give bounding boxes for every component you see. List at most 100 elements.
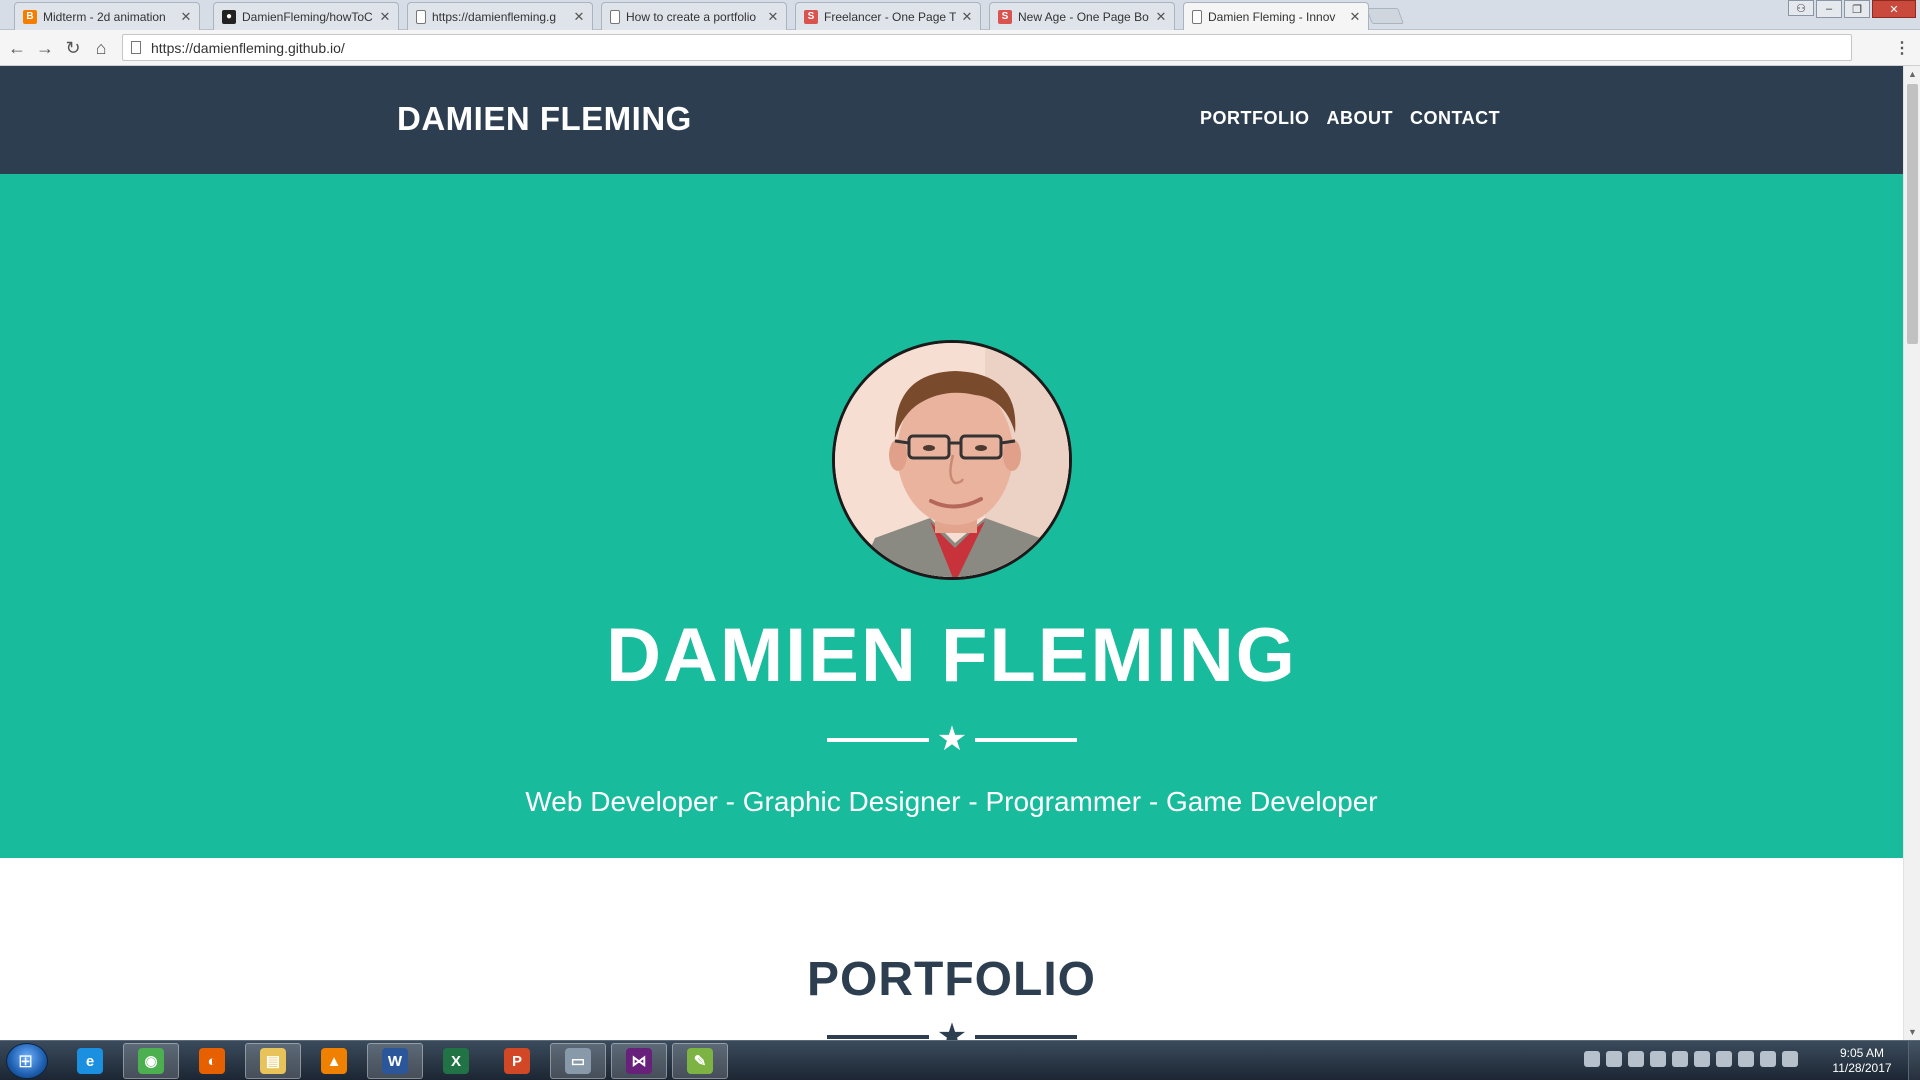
minimize-button[interactable]: – <box>1816 0 1842 18</box>
star-icon: ★ <box>936 720 968 758</box>
tray-icon[interactable] <box>1628 1051 1644 1067</box>
back-arrow-icon[interactable]: ← <box>6 37 28 59</box>
star-icon: ★ <box>936 1017 968 1040</box>
tab-close-icon[interactable]: ✕ <box>1348 9 1362 25</box>
browser-tab[interactable]: Damien Fleming - Innov ✕ <box>1183 2 1369 30</box>
visual-studio-icon: ⋈ <box>626 1048 652 1074</box>
excel-icon: X <box>443 1048 469 1074</box>
divider-line <box>827 738 929 742</box>
taskbar-clock[interactable]: 9:05 AM 11/28/2017 <box>1822 1046 1902 1076</box>
clock-date: 11/28/2017 <box>1832 1061 1892 1075</box>
new-tab-button[interactable] <box>1366 8 1404 24</box>
site-brand-link[interactable]: DAMIEN FLEMING <box>397 100 692 138</box>
page-scrollbar[interactable]: ▲ ▼ <box>1903 66 1920 1040</box>
windows-logo-icon: ⊞ <box>18 1051 34 1071</box>
hero-name-heading: DAMIEN FLEMING <box>606 613 1297 698</box>
tab-title: Damien Fleming - Innov <box>1208 9 1336 24</box>
windows-taskbar: ⊞ e ◉ ◐ ▤ ▲ W X P ▭ ⋈ ✎ 9:05 AM 11/28/2017 <box>0 1040 1920 1080</box>
window-icon: ▭ <box>565 1048 591 1074</box>
hero-skills-text: Web Developer - Graphic Designer - Progr… <box>525 786 1378 817</box>
tab-close-icon[interactable]: ✕ <box>572 9 586 25</box>
nav-link-about[interactable]: ABOUT <box>1327 108 1394 129</box>
tab-close-icon[interactable]: ✕ <box>960 9 974 25</box>
browser-tab[interactable]: How to create a portfolio ✕ <box>601 2 787 30</box>
reload-icon[interactable]: ↻ <box>62 37 84 59</box>
user-profile-icon[interactable]: ⚇ <box>1788 0 1814 16</box>
address-bar[interactable]: https://damienfleming.github.io/ <box>122 34 1852 61</box>
github-icon: ● <box>222 9 236 24</box>
tab-close-icon[interactable]: ✕ <box>766 9 780 25</box>
window-controls: ⚇ – ❐ ✕ <box>1788 0 1916 18</box>
tray-icon[interactable] <box>1694 1051 1710 1067</box>
profile-photo-illustration <box>835 343 1069 577</box>
browser-tab[interactable]: S Freelancer - One Page Th ✕ <box>795 2 981 30</box>
address-url: https://damienfleming.github.io/ <box>151 39 345 56</box>
tray-icon[interactable] <box>1650 1051 1666 1067</box>
forward-arrow-icon[interactable]: → <box>34 37 56 59</box>
taskbar-app-button[interactable]: W <box>367 1043 423 1079</box>
browser-tab[interactable]: https://damienfleming.g ✕ <box>407 2 593 30</box>
tray-icon[interactable] <box>1738 1051 1754 1067</box>
page-icon <box>416 9 426 24</box>
powerpoint-icon: P <box>504 1048 530 1074</box>
profile-photo <box>832 340 1072 580</box>
show-desktop-button[interactable] <box>1908 1041 1920 1080</box>
browser-menu-icon[interactable]: ⋮ <box>1894 38 1910 58</box>
taskbar-app-button[interactable]: e <box>62 1043 118 1079</box>
home-icon[interactable]: ⌂ <box>90 37 112 59</box>
taskbar-app-button[interactable]: ✎ <box>672 1043 728 1079</box>
taskbar-app-button[interactable]: X <box>428 1043 484 1079</box>
page-info-icon[interactable] <box>131 41 141 54</box>
tray-icon[interactable] <box>1672 1051 1688 1067</box>
nav-link-contact[interactable]: CONTACT <box>1410 108 1500 129</box>
portfolio-star-divider: ★ <box>827 1018 1077 1040</box>
startbootstrap-icon: S <box>998 9 1012 24</box>
hero-star-divider: ★ <box>827 721 1077 757</box>
maximize-button[interactable]: ❐ <box>1844 0 1870 18</box>
tray-icon[interactable] <box>1606 1051 1622 1067</box>
tab-close-icon[interactable]: ✕ <box>378 9 392 25</box>
tray-icon[interactable] <box>1584 1051 1600 1067</box>
divider-line <box>975 738 1077 742</box>
volume-icon[interactable] <box>1782 1051 1798 1067</box>
file-explorer-icon: ▤ <box>260 1048 286 1074</box>
scrollbar-thumb[interactable] <box>1907 84 1918 344</box>
firefox-icon: ◐ <box>199 1048 225 1074</box>
tab-close-icon[interactable]: ✕ <box>179 9 193 25</box>
browser-toolbar: ← → ↻ ⌂ https://damienfleming.github.io/… <box>0 30 1920 66</box>
chrome-icon: ◉ <box>138 1048 164 1074</box>
divider-line <box>827 1035 929 1039</box>
taskbar-app-button[interactable]: ◉ <box>123 1043 179 1079</box>
page-icon <box>610 9 620 24</box>
browser-tab[interactable]: S New Age - One Page Bo ✕ <box>989 2 1175 30</box>
tab-title: https://damienfleming.g <box>432 9 557 24</box>
taskbar-app-button[interactable]: P <box>489 1043 545 1079</box>
taskbar-app-button[interactable]: ▭ <box>550 1043 606 1079</box>
browser-tab[interactable]: ● DamienFleming/howToC ✕ <box>213 2 399 30</box>
vlc-icon: ▲ <box>321 1048 347 1074</box>
tab-close-icon[interactable]: ✕ <box>1154 9 1168 25</box>
start-button[interactable]: ⊞ <box>6 1043 48 1079</box>
scroll-down-arrow-icon[interactable]: ▼ <box>1908 1027 1917 1037</box>
taskbar-app-button[interactable]: ◐ <box>184 1043 240 1079</box>
close-window-button[interactable]: ✕ <box>1872 0 1916 18</box>
network-icon[interactable] <box>1760 1051 1776 1067</box>
site-navbar: DAMIEN FLEMING PORTFOLIO ABOUT CONTACT <box>0 66 1903 174</box>
divider-line <box>975 1035 1077 1039</box>
scroll-up-arrow-icon[interactable]: ▲ <box>1908 69 1917 79</box>
internet-explorer-icon: e <box>77 1048 103 1074</box>
portfolio-heading: PORTFOLIO <box>807 953 1096 1006</box>
tab-title: How to create a portfolio <box>626 9 757 24</box>
nav-link-portfolio[interactable]: PORTFOLIO <box>1200 108 1310 129</box>
word-icon: W <box>382 1048 408 1074</box>
tray-icon[interactable] <box>1716 1051 1732 1067</box>
taskbar-app-button[interactable]: ▤ <box>245 1043 301 1079</box>
taskbar-app-button[interactable]: ▲ <box>306 1043 362 1079</box>
page-viewport: DAMIEN FLEMING PORTFOLIO ABOUT CONTACT D… <box>0 66 1903 1040</box>
browser-tab[interactable]: B Midterm - 2d animation ✕ <box>14 2 200 30</box>
hero-section: DAMIEN FLEMING ★ Web Developer - Graphic… <box>0 174 1903 858</box>
blogger-icon: B <box>23 9 37 24</box>
page-icon <box>1192 9 1202 24</box>
notepad-icon: ✎ <box>687 1048 713 1074</box>
taskbar-app-button[interactable]: ⋈ <box>611 1043 667 1079</box>
